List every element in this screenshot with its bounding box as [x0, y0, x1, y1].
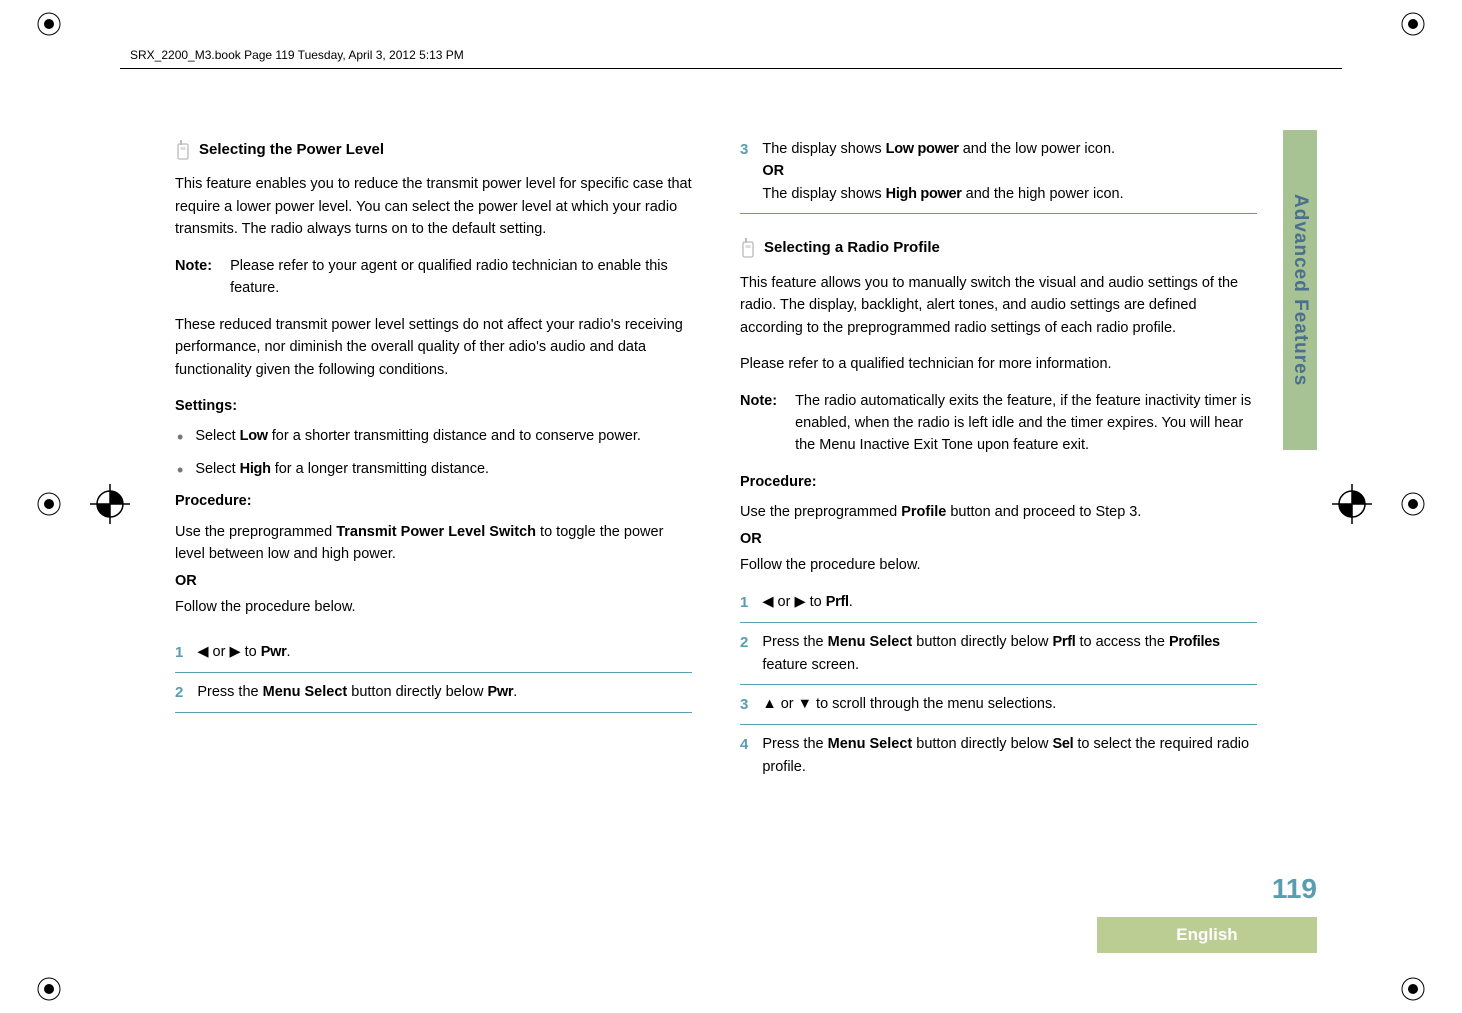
step-number: 4 [740, 733, 748, 778]
crosshair-icon [1332, 484, 1372, 524]
procedure-label: Procedure: [740, 471, 1257, 493]
procedure-text: Use the preprogrammed Profile button and… [740, 501, 1257, 523]
step-text: ◀ or ▶ to Pwr. [197, 641, 692, 664]
settings-label: Settings: [175, 395, 692, 417]
registration-circle-icon [1399, 490, 1427, 518]
registration-circle-icon [35, 10, 63, 38]
paragraph: Please refer to a qualified technician f… [740, 353, 1257, 375]
step-text: Press the Menu Select button directly be… [762, 631, 1257, 676]
radio-icon [175, 140, 191, 160]
paragraph: These reduced transmit power level setti… [175, 314, 692, 381]
intro-paragraph: This feature allows you to manually swit… [740, 272, 1257, 339]
header-rule [120, 68, 1342, 69]
step-row: 1 ◀ or ▶ to Pwr. [175, 633, 692, 673]
section-heading-radio-profile: Selecting a Radio Profile [740, 236, 1257, 259]
or-label: OR [740, 528, 1257, 550]
side-tab: Advanced Features [1283, 130, 1317, 450]
section-title: Selecting the Power Level [199, 138, 384, 161]
registration-circle-icon [1399, 10, 1427, 38]
step-number: 2 [175, 681, 183, 704]
footer-language-bar: English [1097, 917, 1317, 953]
step-row: 2 Press the Menu Select button directly … [740, 623, 1257, 685]
bullet-icon: • [177, 428, 183, 447]
step-number: 3 [740, 138, 748, 205]
note-label: Note: [175, 255, 212, 300]
step-row: 4 Press the Menu Select button directly … [740, 725, 1257, 786]
procedure-label: Procedure: [175, 490, 692, 512]
down-arrow-icon: ▼ [798, 693, 812, 715]
registration-circle-icon [35, 490, 63, 518]
step-text: ◀ or ▶ to Prfl. [762, 591, 1257, 614]
right-arrow-icon: ▶ [794, 591, 805, 613]
step-row: 2 Press the Menu Select button directly … [175, 673, 692, 713]
step-number: 1 [175, 641, 183, 664]
step-number: 1 [740, 591, 748, 614]
left-column: Selecting the Power Level This feature e… [175, 130, 692, 913]
radio-icon [740, 238, 756, 258]
note-text: The radio automatically exits the featur… [795, 390, 1257, 457]
step-text: ▲ or ▼ to scroll through the menu select… [762, 693, 1257, 716]
note-block: Note: The radio automatically exits the … [740, 390, 1257, 457]
crosshair-icon [90, 484, 130, 524]
step-row: 3 The display shows Low power and the lo… [740, 130, 1257, 214]
step-number: 2 [740, 631, 748, 676]
up-arrow-icon: ▲ [762, 693, 776, 715]
running-header: SRX_2200_M3.book Page 119 Tuesday, April… [130, 48, 464, 62]
section-title: Selecting a Radio Profile [764, 236, 940, 259]
right-arrow-icon: ▶ [229, 641, 240, 663]
step-number: 3 [740, 693, 748, 716]
bullet-item: • Select High for a longer transmitting … [175, 458, 692, 480]
note-block: Note: Please refer to your agent or qual… [175, 255, 692, 300]
bullet-text: Select High for a longer transmitting di… [195, 458, 489, 480]
step-row: 1 ◀ or ▶ to Prfl. [740, 583, 1257, 623]
or-label: OR [175, 570, 692, 592]
section-heading-power-level: Selecting the Power Level [175, 138, 692, 161]
procedure-follow: Follow the procedure below. [175, 596, 692, 618]
procedure-follow: Follow the procedure below. [740, 554, 1257, 576]
step-row: 3 ▲ or ▼ to scroll through the menu sele… [740, 685, 1257, 725]
step-text: The display shows Low power and the low … [762, 138, 1257, 205]
page-content: Selecting the Power Level This feature e… [175, 130, 1257, 913]
bullet-icon: • [177, 461, 183, 480]
registration-circle-icon [35, 975, 63, 1003]
left-arrow-icon: ◀ [762, 591, 773, 613]
step-text: Press the Menu Select button directly be… [197, 681, 692, 704]
note-label: Note: [740, 390, 777, 457]
intro-paragraph: This feature enables you to reduce the t… [175, 173, 692, 240]
note-text: Please refer to your agent or qualified … [230, 255, 692, 300]
bullet-item: • Select Low for a shorter transmitting … [175, 425, 692, 447]
left-arrow-icon: ◀ [197, 641, 208, 663]
page-number: 119 [1272, 873, 1317, 905]
step-text: Press the Menu Select button directly be… [762, 733, 1257, 778]
procedure-text: Use the preprogrammed Transmit Power Lev… [175, 521, 692, 566]
bullet-text: Select Low for a shorter transmitting di… [195, 425, 641, 447]
registration-circle-icon [1399, 975, 1427, 1003]
right-column: 3 The display shows Low power and the lo… [740, 130, 1257, 913]
